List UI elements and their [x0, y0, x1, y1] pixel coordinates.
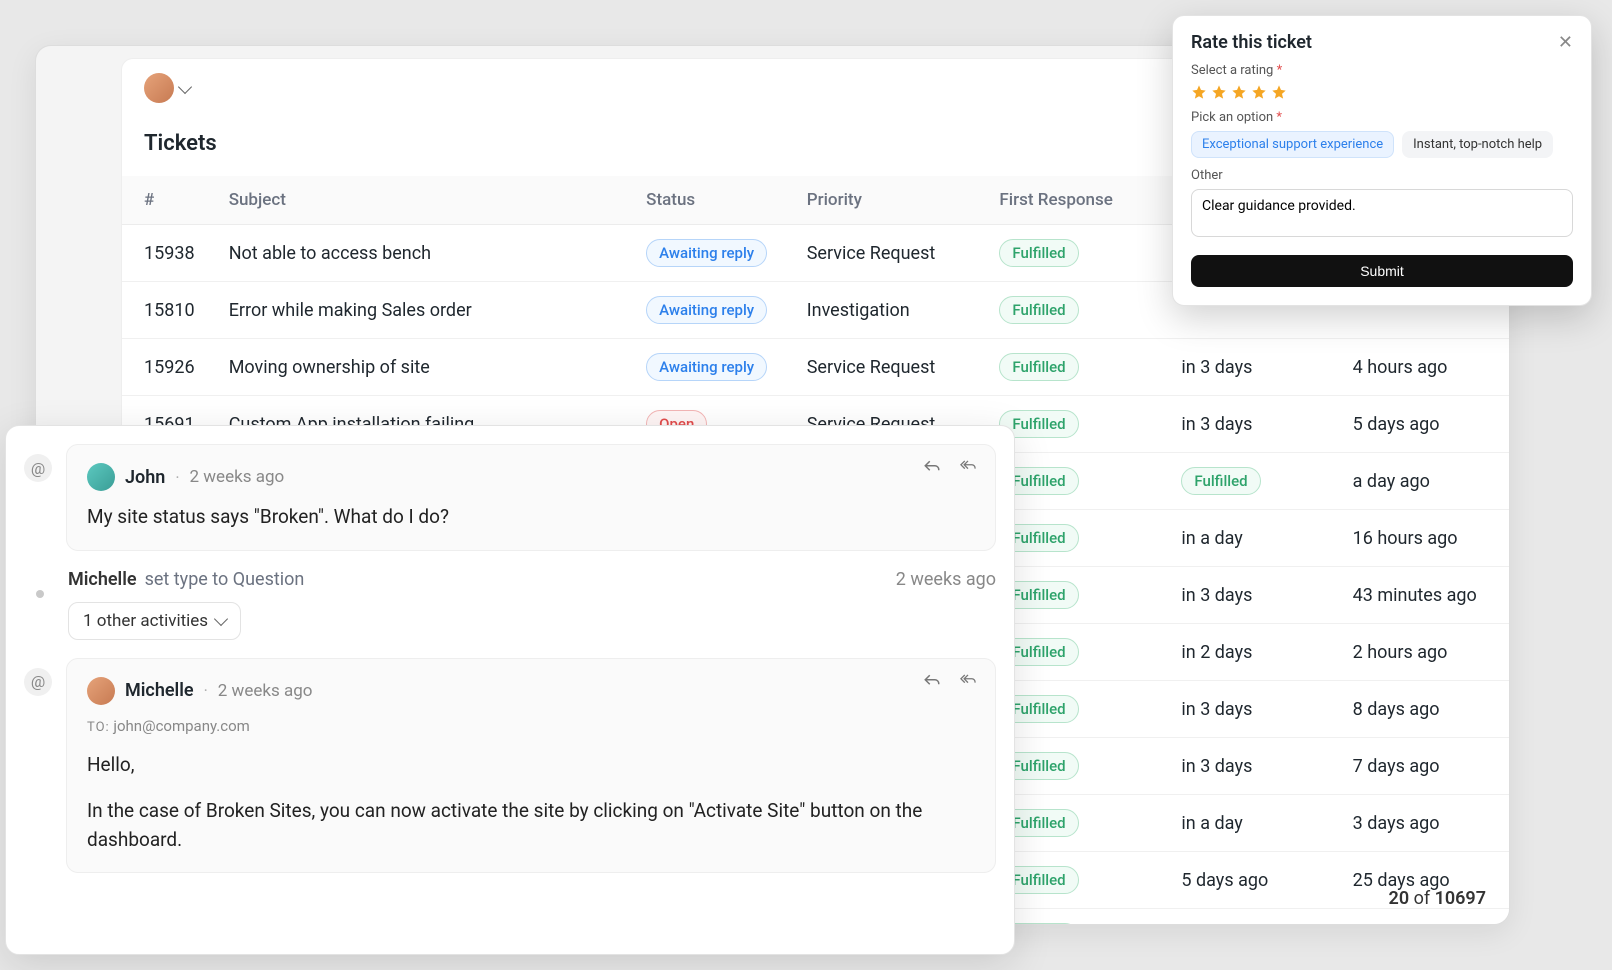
activity-text: set type to Question — [145, 569, 305, 590]
status-badge: Fulfilled — [999, 296, 1078, 324]
cell-priority: Service Request — [793, 339, 986, 396]
reply-all-icon[interactable] — [959, 459, 977, 473]
reply-icon[interactable] — [923, 673, 941, 687]
message-author: Michelle — [125, 680, 194, 701]
message-time: 2 weeks ago — [190, 467, 285, 487]
close-icon[interactable]: ✕ — [1558, 32, 1573, 53]
cell-created: a day ago — [1339, 453, 1510, 510]
status-badge: Awaiting reply — [646, 296, 767, 324]
reply-all-icon[interactable] — [959, 673, 977, 687]
pick-option-label: Pick an option * — [1191, 110, 1573, 125]
reply-icon[interactable] — [923, 459, 941, 473]
col-priority[interactable]: Priority — [793, 176, 986, 225]
col-number[interactable]: # — [122, 176, 215, 225]
expand-activities-button[interactable]: 1 other activities — [68, 602, 241, 640]
submit-button[interactable]: Submit — [1191, 255, 1573, 287]
cell-status: Awaiting reply — [632, 339, 793, 396]
cell-number: 15926 — [122, 339, 215, 396]
select-rating-label: Select a rating * — [1191, 63, 1573, 78]
rate-ticket-modal: Rate this ticket ✕ Select a rating * Pic… — [1172, 15, 1592, 306]
cell-created: 3 days ago — [1339, 795, 1510, 852]
cell-resolution: in 3 days — [1167, 681, 1338, 738]
rating-tag[interactable]: Instant, top-notch help — [1402, 131, 1553, 158]
col-status[interactable]: Status — [632, 176, 793, 225]
expand-label: 1 other activities — [83, 611, 208, 631]
activity-author: Michelle — [68, 569, 137, 590]
star-rating[interactable] — [1191, 84, 1573, 100]
modal-title: Rate this ticket — [1191, 32, 1312, 53]
cell-status: Awaiting reply — [632, 282, 793, 339]
star-icon[interactable] — [1191, 84, 1207, 100]
cell-subject: Error while making Sales order — [215, 282, 632, 339]
activity-time: 2 weeks ago — [896, 569, 996, 590]
cell-number: 15938 — [122, 225, 215, 282]
cell-created: 5 days ago — [1339, 396, 1510, 453]
col-first-response[interactable]: First Response — [985, 176, 1167, 225]
cell-resolution: in a day — [1167, 795, 1338, 852]
cell-created: 2 hours ago — [1339, 624, 1510, 681]
cell-first-response: Fulfilled — [985, 282, 1167, 339]
message-author: John — [125, 467, 165, 488]
activity-dot-icon — [36, 590, 44, 598]
cell-priority: Service Request — [793, 225, 986, 282]
message-body: My site status says "Broken". What do I … — [87, 503, 975, 532]
shown-count: 20 — [1389, 888, 1410, 909]
of-label: of — [1414, 888, 1431, 909]
cell-subject: Moving ownership of site — [215, 339, 632, 396]
rating-tag[interactable]: Exceptional support experience — [1191, 131, 1394, 158]
cell-number: 15810 — [122, 282, 215, 339]
chevron-down-icon — [214, 612, 228, 626]
col-subject[interactable]: Subject — [215, 176, 632, 225]
cell-created: 16 hours ago — [1339, 510, 1510, 567]
cell-resolution: in 3 days — [1167, 339, 1338, 396]
cell-resolution: in 3 days — [1167, 567, 1338, 624]
other-label: Other — [1191, 168, 1573, 183]
cell-created: 8 days ago — [1339, 681, 1510, 738]
status-badge: Awaiting reply — [646, 239, 767, 267]
cell-resolution: Fulfilled — [1167, 453, 1338, 510]
cell-created: 4 hours ago — [1339, 339, 1510, 396]
star-icon[interactable] — [1251, 84, 1267, 100]
message-card: John · 2 weeks ago My site status says "… — [66, 444, 996, 551]
cell-first-response: Fulfilled — [985, 339, 1167, 396]
message-card: Michelle · 2 weeks ago TO: john@company.… — [66, 658, 996, 874]
cell-resolution: in a day — [1167, 510, 1338, 567]
status-badge: Fulfilled — [1181, 467, 1260, 495]
cell-first-response: Fulfilled — [985, 225, 1167, 282]
total-count: 10697 — [1435, 888, 1486, 909]
activity-row: Michelle set type to Question 2 weeks ag… — [68, 569, 996, 590]
status-badge: Fulfilled — [999, 353, 1078, 381]
table-row[interactable]: 15926Moving ownership of site Awaiting re… — [122, 339, 1510, 396]
chevron-down-icon — [178, 79, 192, 93]
star-icon[interactable] — [1211, 84, 1227, 100]
avatar — [87, 463, 115, 491]
cell-resolution: in 2 days — [1167, 909, 1338, 926]
cell-subject: Not able to access bench — [215, 225, 632, 282]
pagination-count: 20 of 10697 — [1389, 888, 1486, 909]
status-badge: Awaiting reply — [646, 353, 767, 381]
cell-resolution: 5 days ago — [1167, 852, 1338, 909]
cell-status: Awaiting reply — [632, 225, 793, 282]
message-time: 2 weeks ago — [218, 681, 313, 701]
cell-created: 7 days ago — [1339, 738, 1510, 795]
cell-created: 43 minutes ago — [1339, 567, 1510, 624]
mention-icon: @ — [24, 454, 52, 482]
cell-resolution: in 2 days — [1167, 624, 1338, 681]
message-to: TO: john@company.com — [87, 717, 975, 735]
cell-priority: Investigation — [793, 282, 986, 339]
cell-resolution: in 3 days — [1167, 738, 1338, 795]
status-badge: Fulfilled — [999, 239, 1078, 267]
cell-resolution: in 3 days — [1167, 396, 1338, 453]
message-body: Hello, In the case of Broken Sites, you … — [87, 751, 975, 855]
avatar — [144, 73, 174, 103]
conversation-panel: @ John · 2 weeks ago My site status says… — [5, 425, 1015, 955]
cell-created: 2 hours ago — [1339, 909, 1510, 926]
star-icon[interactable] — [1231, 84, 1247, 100]
avatar — [87, 677, 115, 705]
mention-icon: @ — [24, 668, 52, 696]
other-feedback-input[interactable]: Clear guidance provided. — [1191, 189, 1573, 237]
star-icon[interactable] — [1271, 84, 1287, 100]
